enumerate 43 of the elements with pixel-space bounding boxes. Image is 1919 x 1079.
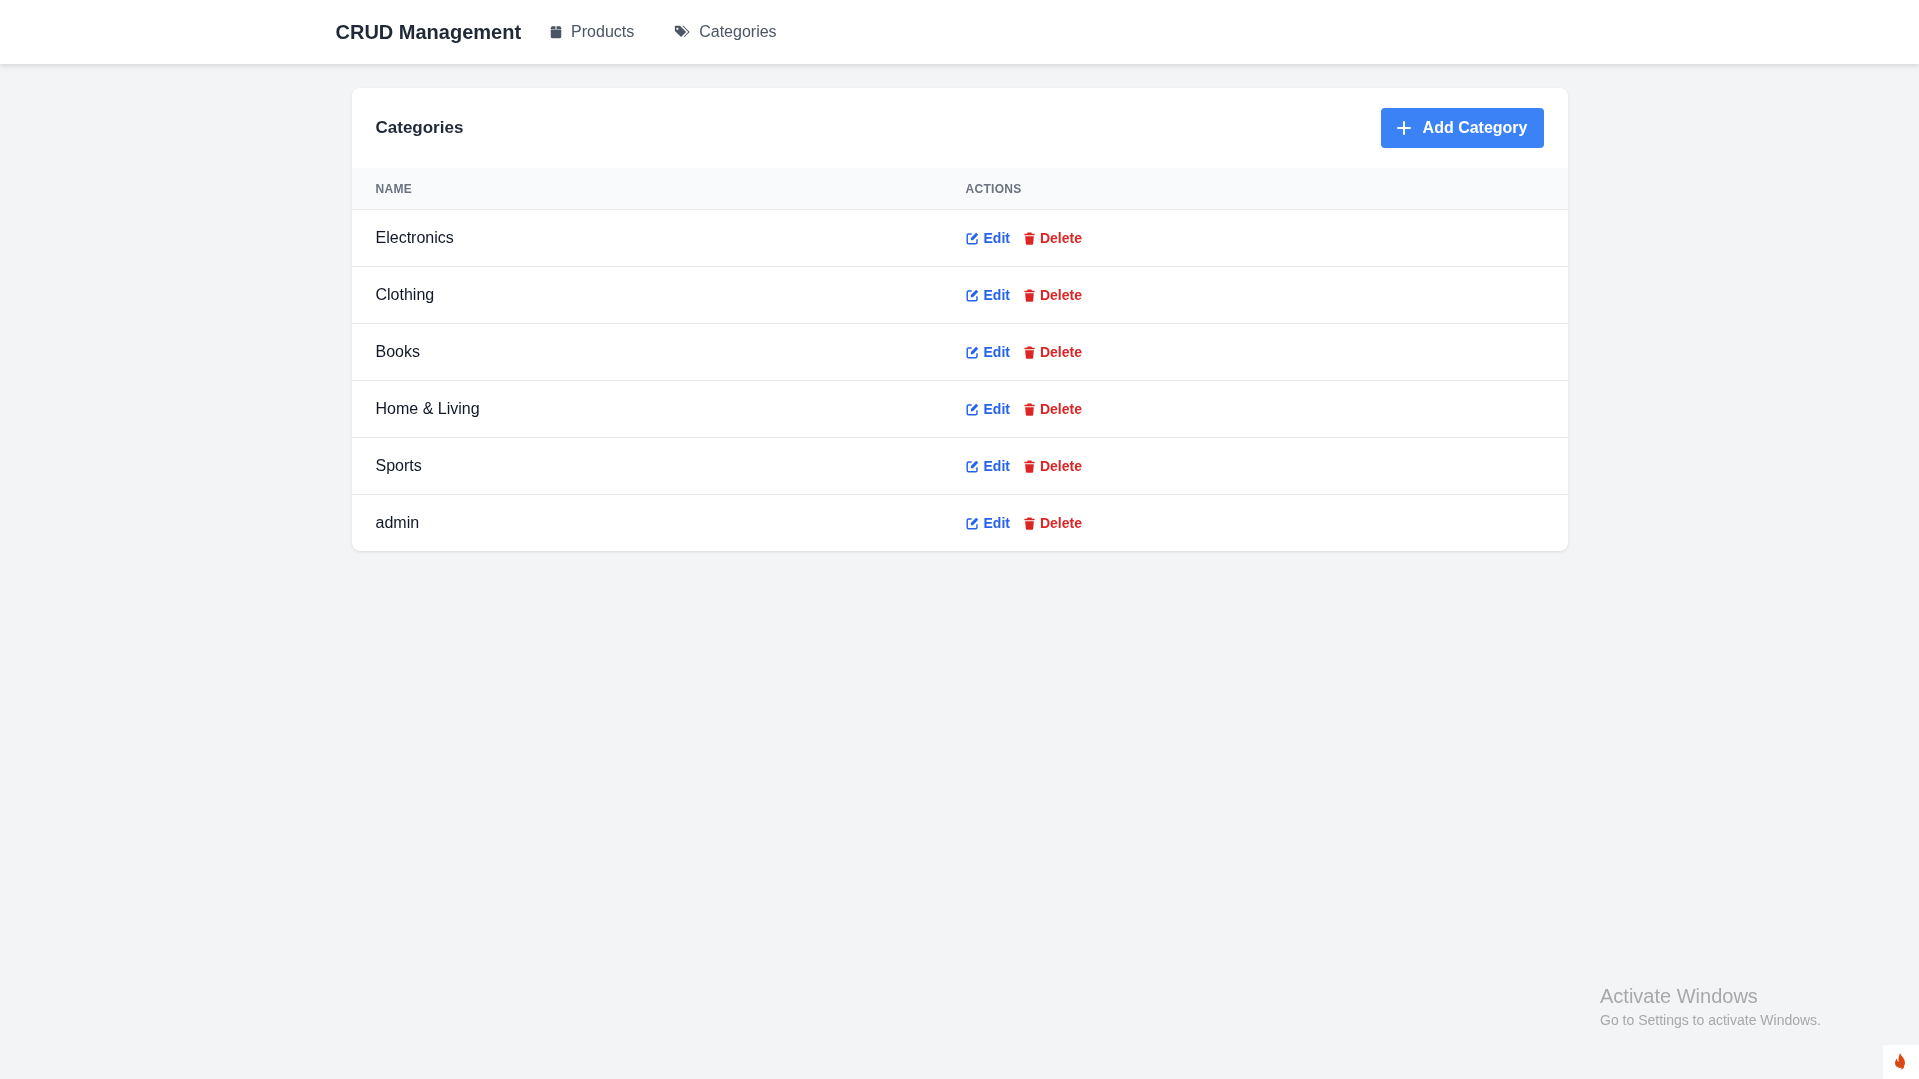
- edit-icon: [965, 459, 979, 473]
- edit-icon: [965, 516, 979, 530]
- trash-icon: [1023, 345, 1035, 359]
- column-header: ACTIONS: [965, 181, 1022, 196]
- edit-link[interactable]: Edit: [965, 344, 1010, 360]
- column-header: NAME: [375, 181, 413, 196]
- edit-link[interactable]: Edit: [965, 230, 1010, 246]
- trash-icon: [1023, 402, 1035, 416]
- delete-link[interactable]: Delete: [1023, 515, 1082, 531]
- edit-icon: [965, 231, 979, 245]
- debug-toolbar-button[interactable]: [1883, 1045, 1919, 1079]
- plus-icon: [1396, 121, 1411, 135]
- add-category-button[interactable]: Add Category: [1380, 108, 1544, 148]
- nav-link[interactable]: Products: [549, 23, 635, 41]
- delete-link[interactable]: Delete: [1023, 458, 1082, 474]
- category-name: Sports: [375, 457, 422, 474]
- trash-icon: [1023, 459, 1035, 473]
- edit-link[interactable]: Edit: [965, 287, 1010, 303]
- trash-icon: [1023, 516, 1035, 530]
- category-name: Books: [375, 343, 420, 360]
- edit-link[interactable]: Edit: [965, 401, 1010, 417]
- edit-link[interactable]: Edit: [965, 515, 1010, 531]
- brand-title[interactable]: CRUD Management: [335, 20, 522, 44]
- category-name: Clothing: [375, 286, 435, 303]
- edit-icon: [965, 345, 979, 359]
- trash-icon: [1023, 231, 1035, 245]
- edit-link[interactable]: Edit: [965, 458, 1010, 474]
- edit-icon: [965, 402, 979, 416]
- edit-icon: [965, 288, 979, 302]
- activation-title: Activate Windows: [1600, 985, 1759, 1008]
- category-name: Home & Living: [375, 400, 480, 417]
- delete-link[interactable]: Delete: [1023, 344, 1082, 360]
- card-title: Categories: [375, 118, 464, 138]
- category-name: admin: [375, 514, 420, 531]
- trash-icon: [1023, 288, 1035, 302]
- delete-link[interactable]: Delete: [1023, 230, 1082, 246]
- box-icon: [549, 25, 564, 39]
- activation-message: Go to Settings to activate Windows.: [1600, 1012, 1821, 1028]
- tags-icon: [674, 25, 692, 39]
- category-name: Electronics: [375, 229, 454, 246]
- nav-link[interactable]: Categories: [674, 23, 777, 41]
- delete-link[interactable]: Delete: [1023, 287, 1082, 303]
- delete-link[interactable]: Delete: [1023, 401, 1082, 417]
